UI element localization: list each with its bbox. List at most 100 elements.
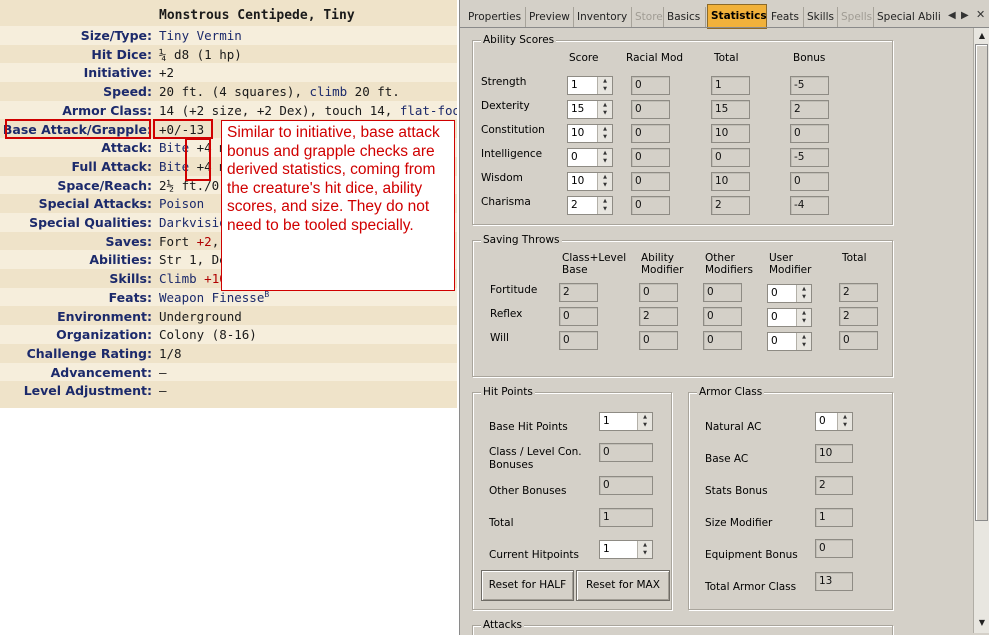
charisma-score-stepper[interactable]: 2 ▲ ▼ xyxy=(567,196,613,215)
reflex-base-field: 0 xyxy=(559,307,598,326)
tab-store[interactable]: Store xyxy=(632,7,664,28)
stepper-down-icon[interactable]: ▼ xyxy=(638,421,652,429)
tab-statistics[interactable]: Statistics xyxy=(707,4,767,29)
vertical-scrollbar[interactable]: ▲ ▼ xyxy=(973,28,989,633)
stepper-down-icon[interactable]: ▼ xyxy=(838,421,852,429)
climb-skill-link[interactable]: Climb xyxy=(159,271,197,286)
tab-inventory[interactable]: Inventory xyxy=(574,7,632,28)
stepper-down-icon[interactable]: ▼ xyxy=(598,157,612,165)
tab-properties[interactable]: Properties xyxy=(465,7,526,28)
stat-label: Size/Type: xyxy=(80,28,152,43)
constitution-score-stepper[interactable]: 10 ▲ ▼ xyxy=(567,124,613,143)
stepper-up-icon[interactable]: ▲ xyxy=(797,333,811,341)
stepper-down-icon[interactable]: ▼ xyxy=(598,205,612,213)
stepper-arrows[interactable]: ▲ ▼ xyxy=(796,285,811,302)
will-other-field: 0 xyxy=(703,331,742,350)
stat-value-text: Fort xyxy=(159,233,197,249)
ability-label-wisdom: Wisdom xyxy=(481,172,523,184)
stepper-down-icon[interactable]: ▼ xyxy=(598,181,612,189)
tab-special-abilities[interactable]: Special Abili xyxy=(874,7,942,28)
dexterity-racial-field: 0 xyxy=(631,100,670,119)
tab-spells[interactable]: Spells xyxy=(838,7,874,28)
stepper-up-icon[interactable]: ▲ xyxy=(598,173,612,181)
stat-value-link[interactable]: Tiny Vermin xyxy=(159,28,242,43)
stepper-up-icon[interactable]: ▲ xyxy=(638,413,652,421)
stepper-up-icon[interactable]: ▲ xyxy=(598,101,612,109)
stepper-up-icon[interactable]: ▲ xyxy=(598,125,612,133)
stat-value-text: 20 ft. (4 squares), xyxy=(159,84,310,100)
group-title: Hit Points xyxy=(481,386,535,398)
stepper-arrows[interactable]: ▲ ▼ xyxy=(597,197,612,214)
stepper-arrows[interactable]: ▲ ▼ xyxy=(597,125,612,142)
reset-for-max-button[interactable]: Reset for MAX xyxy=(576,570,670,601)
stepper-arrows[interactable]: ▲ ▼ xyxy=(796,333,811,350)
tab-preview[interactable]: Preview xyxy=(526,7,574,28)
tab-skills[interactable]: Skills xyxy=(804,7,838,28)
stepper-down-icon[interactable]: ▼ xyxy=(598,109,612,117)
stepper-up-icon[interactable]: ▲ xyxy=(598,149,612,157)
dexterity-score-stepper[interactable]: 15 ▲ ▼ xyxy=(567,100,613,119)
stats-bonus-field: 2 xyxy=(815,476,853,495)
flat-footed-link[interactable]: flat-footed xyxy=(400,103,457,118)
stat-value: ¼ d8 (1 hp) xyxy=(159,46,242,62)
tab-scroll-right-icon[interactable]: ▶ xyxy=(961,10,969,21)
intelligence-score-stepper[interactable]: 0 ▲ ▼ xyxy=(567,148,613,167)
will-user-modifier-stepper[interactable]: 0 ▲ ▼ xyxy=(767,332,812,351)
reflex-user-modifier-stepper[interactable]: 0 ▲ ▼ xyxy=(767,308,812,327)
stepper-up-icon[interactable]: ▲ xyxy=(638,541,652,549)
constitution-bonus-field: 0 xyxy=(790,124,829,143)
stepper-value: 0 xyxy=(819,415,826,427)
stepper-arrows[interactable]: ▲ ▼ xyxy=(597,149,612,166)
close-icon[interactable]: ✕ xyxy=(976,8,985,21)
stepper-down-icon[interactable]: ▼ xyxy=(797,341,811,349)
stepper-down-icon[interactable]: ▼ xyxy=(598,85,612,93)
stepper-value: 1 xyxy=(571,79,578,91)
current-hitpoints-stepper[interactable]: 1 ▲ ▼ xyxy=(599,540,653,559)
tab-feats[interactable]: Feats xyxy=(768,7,804,28)
charisma-bonus-field: -4 xyxy=(790,196,829,215)
scroll-up-icon[interactable]: ▲ xyxy=(975,29,989,43)
poison-link[interactable]: Poison xyxy=(159,196,204,211)
wisdom-total-field: 10 xyxy=(711,172,750,191)
stepper-up-icon[interactable]: ▲ xyxy=(797,285,811,293)
stepper-down-icon[interactable]: ▼ xyxy=(797,293,811,301)
stepper-arrows[interactable]: ▲ ▼ xyxy=(637,541,652,558)
stepper-up-icon[interactable]: ▲ xyxy=(797,309,811,317)
tab-basics[interactable]: Basics xyxy=(664,7,706,28)
intelligence-total-field: 0 xyxy=(711,148,750,167)
stepper-up-icon[interactable]: ▲ xyxy=(598,197,612,205)
wisdom-score-stepper[interactable]: 10 ▲ ▼ xyxy=(567,172,613,191)
stepper-down-icon[interactable]: ▼ xyxy=(598,133,612,141)
strength-score-stepper[interactable]: 1 ▲ ▼ xyxy=(567,76,613,95)
scrollbar-thumb[interactable] xyxy=(975,44,988,521)
stepper-up-icon[interactable]: ▲ xyxy=(838,413,852,421)
stepper-value: 10 xyxy=(571,127,585,139)
weapon-finesse-link[interactable]: Weapon Finesse xyxy=(159,290,264,305)
reset-for-half-button[interactable]: Reset for HALF xyxy=(481,570,574,601)
stepper-arrows[interactable]: ▲ ▼ xyxy=(597,77,612,94)
stepper-arrows[interactable]: ▲ ▼ xyxy=(796,309,811,326)
bonus-feat-marker: B xyxy=(264,289,270,299)
stepper-value: 2 xyxy=(571,199,578,211)
stepper-down-icon[interactable]: ▼ xyxy=(797,317,811,325)
group-title: Ability Scores xyxy=(481,34,557,46)
stat-label: Feats: xyxy=(108,289,152,305)
annotation-callout: Similar to initiative, base attack bonus… xyxy=(221,120,455,291)
stepper-arrows[interactable]: ▲ ▼ xyxy=(637,413,652,430)
fortitude-user-modifier-stepper[interactable]: 0 ▲ ▼ xyxy=(767,284,812,303)
base-hit-points-stepper[interactable]: 1 ▲ ▼ xyxy=(599,412,653,431)
group-title: Attacks xyxy=(481,619,524,631)
stepper-down-icon[interactable]: ▼ xyxy=(638,549,652,557)
climb-link[interactable]: climb xyxy=(310,84,348,99)
stepper-arrows[interactable]: ▲ ▼ xyxy=(597,173,612,190)
total-armor-class-field: 13 xyxy=(815,572,853,591)
natural-ac-stepper[interactable]: 0 ▲ ▼ xyxy=(815,412,853,431)
stepper-up-icon[interactable]: ▲ xyxy=(598,77,612,85)
tab-scroll-left-icon[interactable]: ◀ xyxy=(948,10,956,21)
scroll-down-icon[interactable]: ▼ xyxy=(975,616,989,630)
charisma-total-field: 2 xyxy=(711,196,750,215)
stat-label: Attack: xyxy=(101,140,152,156)
stepper-arrows[interactable]: ▲ ▼ xyxy=(597,101,612,118)
stepper-arrows[interactable]: ▲ ▼ xyxy=(837,413,852,430)
column-header-class-level-base: Class+Level Base xyxy=(562,252,627,276)
